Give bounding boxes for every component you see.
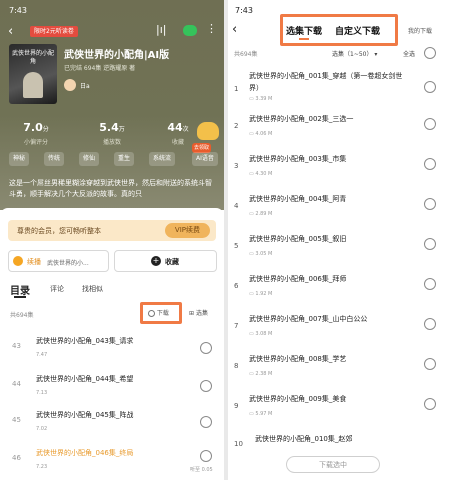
select-all-checkbox[interactable] [424, 47, 436, 59]
tag-item[interactable]: 重生 [114, 152, 135, 166]
file-icon: ▭ [249, 96, 254, 102]
book-title: 武侠世界的小配角|AI版 [64, 50, 170, 61]
select-checkbox[interactable] [424, 118, 436, 130]
back-icon[interactable]: ‹ [8, 24, 13, 39]
file-icon: ▭ [249, 211, 254, 217]
stat-collect: 44次 收藏 [167, 121, 189, 146]
tab-indicator [14, 296, 26, 298]
select-checkbox[interactable] [424, 81, 436, 93]
file-icon: ▭ [249, 251, 254, 257]
select-episodes-button[interactable]: ⊞ 选集 [189, 308, 208, 317]
equalizer-icon[interactable]: |ı| [156, 23, 166, 36]
tab-similar[interactable]: 找相似 [82, 284, 103, 294]
episode-count: 共694集 [10, 312, 34, 319]
file-icon: ▭ [249, 131, 254, 137]
tab-select-download[interactable]: 选集下载 [286, 24, 322, 37]
author-avatar[interactable] [64, 79, 76, 91]
back-icon[interactable]: ‹ [232, 22, 237, 37]
collect-button[interactable]: + 收藏 [114, 250, 217, 272]
select-checkbox[interactable] [424, 158, 436, 170]
tag-item[interactable]: 修仙 [79, 152, 100, 166]
stat-rating: 7.0分 小偏评分 [23, 121, 49, 146]
episode-count: 共694集 [234, 51, 258, 58]
download-screen: 7:43 ‹ 选集下载 自定义下载 我的下载 共694集 选集（1~50） ▾ … [228, 0, 452, 480]
download-selected-button[interactable]: 下载选中 [286, 456, 380, 473]
add-icon: + [151, 256, 161, 266]
tab-comments[interactable]: 评论 [50, 284, 64, 294]
tag-item[interactable]: AI语音 [192, 152, 218, 166]
cover-title: 武侠世界的小配角 [12, 50, 55, 65]
file-icon: ▭ [249, 291, 254, 297]
status-time: 7:43 [235, 6, 253, 15]
download-circle-icon[interactable] [200, 450, 212, 462]
play-icon [13, 256, 23, 266]
book-detail-screen: 7:43 ‹ 限时2元听读卷 |ı| ⋮ 武侠世界的小配角 武侠世界的小配角|A… [0, 0, 224, 480]
more-icon[interactable]: ⋮ [206, 22, 217, 35]
highlight-download [140, 302, 182, 324]
status-time: 7:43 [9, 6, 27, 15]
book-meta: 已完结 694集 逆路耀原 著 [64, 65, 136, 72]
tab-custom-download[interactable]: 自定义下载 [335, 24, 380, 37]
vip-banner-text: 尊贵的会员，您可畅听整本 [17, 227, 101, 235]
download-circle-icon[interactable] [200, 380, 212, 392]
cover-figure [23, 72, 43, 98]
file-icon: ▭ [249, 411, 254, 417]
tag-item[interactable]: 神秘 [9, 152, 30, 166]
download-circle-icon[interactable] [200, 342, 212, 354]
continue-play-button[interactable]: 续播 武侠世界的小... [8, 250, 109, 272]
select-checkbox[interactable] [424, 198, 436, 210]
promo-badge[interactable]: 限时2元听读卷 [30, 26, 78, 37]
vip-banner[interactable]: 尊贵的会员，您可畅听整本 VIP续费 [8, 220, 216, 241]
tab-indicator [299, 38, 309, 40]
select-all-label[interactable]: 全选 [403, 49, 415, 58]
select-checkbox[interactable] [424, 238, 436, 250]
select-checkbox[interactable] [424, 318, 436, 330]
select-checkbox[interactable] [424, 398, 436, 410]
tab-catalog[interactable]: 目录 [10, 282, 30, 297]
select-checkbox[interactable] [424, 358, 436, 370]
file-icon: ▭ [249, 171, 254, 177]
tag-item[interactable]: 系统流 [149, 152, 176, 166]
my-downloads-link[interactable]: 我的下载 [408, 26, 432, 35]
chevron-down-icon: ▾ [374, 51, 378, 58]
file-icon: ▭ [249, 371, 254, 377]
wechat-icon[interactable] [183, 25, 197, 36]
download-circle-icon[interactable] [200, 416, 212, 428]
author-name[interactable]: 日a [80, 81, 90, 90]
book-cover[interactable]: 武侠世界的小配角 [9, 44, 57, 104]
vip-renew-button[interactable]: VIP续费 [164, 223, 210, 238]
book-description[interactable]: 这是一个屌丝男稀里糊涂穿越到武侠世界，然后和附送的系统斗智斗勇，顺手解决几个大反… [9, 178, 217, 208]
file-icon: ▭ [249, 331, 254, 337]
piggy-bank-icon[interactable] [197, 122, 219, 140]
select-checkbox[interactable] [424, 278, 436, 290]
range-dropdown[interactable]: 选集（1~50） ▾ [332, 49, 377, 58]
grid-icon: ⊞ [189, 310, 195, 317]
stat-plays: 5.4万 播放数 [99, 121, 125, 146]
tag-item[interactable]: 传统 [44, 152, 65, 166]
